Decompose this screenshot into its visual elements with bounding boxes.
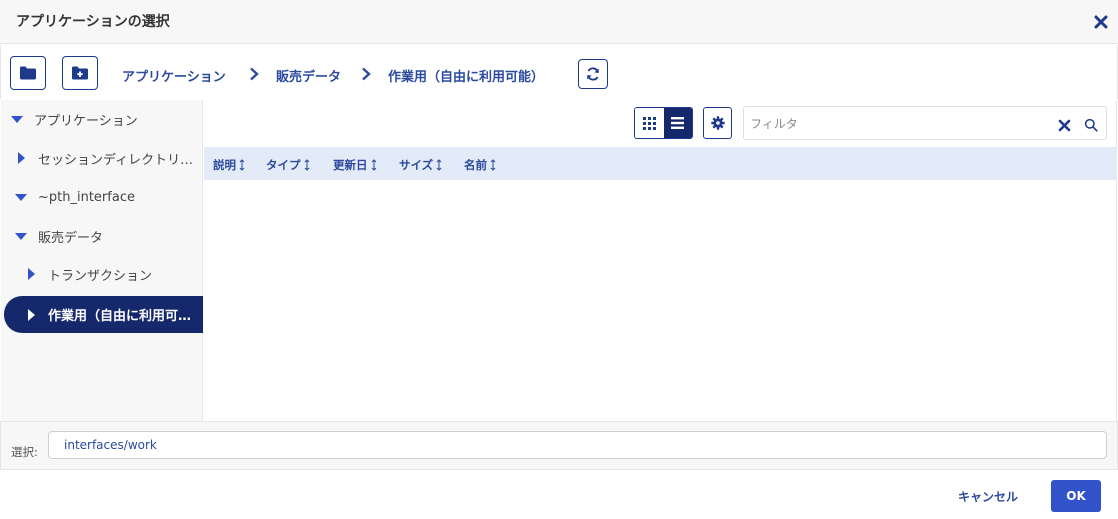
sort-icon (436, 159, 442, 171)
folder-tree: アプリケーション セッションディレクトリ… ~pth_interface 販売デ… (1, 100, 203, 421)
grid-icon (642, 116, 656, 130)
chevron-right-icon (362, 67, 371, 81)
refresh-icon (587, 67, 599, 81)
column-header-description[interactable]: 説明 (213, 157, 245, 173)
caret-down-icon (15, 233, 27, 240)
caret-right-icon (28, 268, 35, 280)
sort-icon (239, 159, 245, 171)
dialog-title: アプリケーションの選択 (16, 14, 170, 30)
close-icon[interactable] (1092, 13, 1110, 31)
search-icon[interactable] (1084, 117, 1098, 136)
refresh-button[interactable] (578, 59, 608, 89)
tree-item-applications[interactable]: アプリケーション (1, 102, 203, 136)
file-list-panel: 説明 タイプ 更新日 サイズ 名前 (204, 100, 1117, 421)
clear-icon[interactable] (1058, 117, 1071, 136)
selection-label: 選択: (11, 445, 38, 459)
toolbar: アプリケーション 販売データ 作業用（自由に利用可能） (0, 45, 1118, 99)
settings-button[interactable] (703, 107, 732, 139)
column-header-size[interactable]: サイズ (399, 157, 442, 173)
cancel-button[interactable]: キャンセル (950, 480, 1026, 512)
selection-field[interactable]: interfaces/work (48, 431, 1107, 459)
breadcrumb-item-sales-data[interactable]: 販売データ (276, 66, 341, 85)
breadcrumb-item-work[interactable]: 作業用（自由に利用可能） (388, 66, 544, 85)
tree-item-transactions[interactable]: トランザクション (1, 257, 203, 291)
column-header-type[interactable]: タイプ (266, 157, 310, 173)
folder-button[interactable] (10, 56, 46, 90)
caret-down-icon (15, 194, 27, 201)
list-icon (671, 117, 685, 129)
tree-item-work[interactable]: 作業用（自由に利用可… (4, 296, 203, 333)
filter-box (743, 106, 1107, 140)
caret-right-icon (18, 152, 25, 164)
breadcrumb-item-applications[interactable]: アプリケーション (122, 66, 226, 85)
tree-item-sales-data[interactable]: 販売データ (1, 219, 203, 253)
tree-item-session-directory[interactable]: セッションディレクトリ… (1, 141, 203, 175)
selection-bar: 選択: interfaces/work (0, 421, 1118, 470)
table-header: 説明 タイプ 更新日 サイズ 名前 (204, 147, 1117, 180)
chevron-right-icon (250, 67, 259, 81)
sort-icon (304, 159, 309, 171)
caret-down-icon (11, 116, 23, 123)
ok-button[interactable]: OK (1051, 480, 1101, 512)
new-folder-button[interactable] (62, 56, 98, 90)
dialog-titlebar: アプリケーションの選択 (0, 0, 1118, 44)
folder-icon (20, 66, 36, 80)
gear-icon (710, 116, 725, 130)
tree-item-pth-interface[interactable]: ~pth_interface (1, 180, 203, 214)
caret-right-icon (28, 308, 35, 321)
grid-view-button[interactable] (635, 108, 664, 138)
view-toggle (634, 107, 693, 139)
filter-input[interactable] (750, 113, 1040, 135)
sort-icon (490, 159, 496, 171)
list-view-button[interactable] (663, 108, 692, 138)
column-header-name[interactable]: 名前 (464, 157, 496, 173)
folder-plus-icon (72, 66, 88, 80)
sort-icon (371, 159, 376, 171)
column-header-modified[interactable]: 更新日 (333, 157, 377, 173)
